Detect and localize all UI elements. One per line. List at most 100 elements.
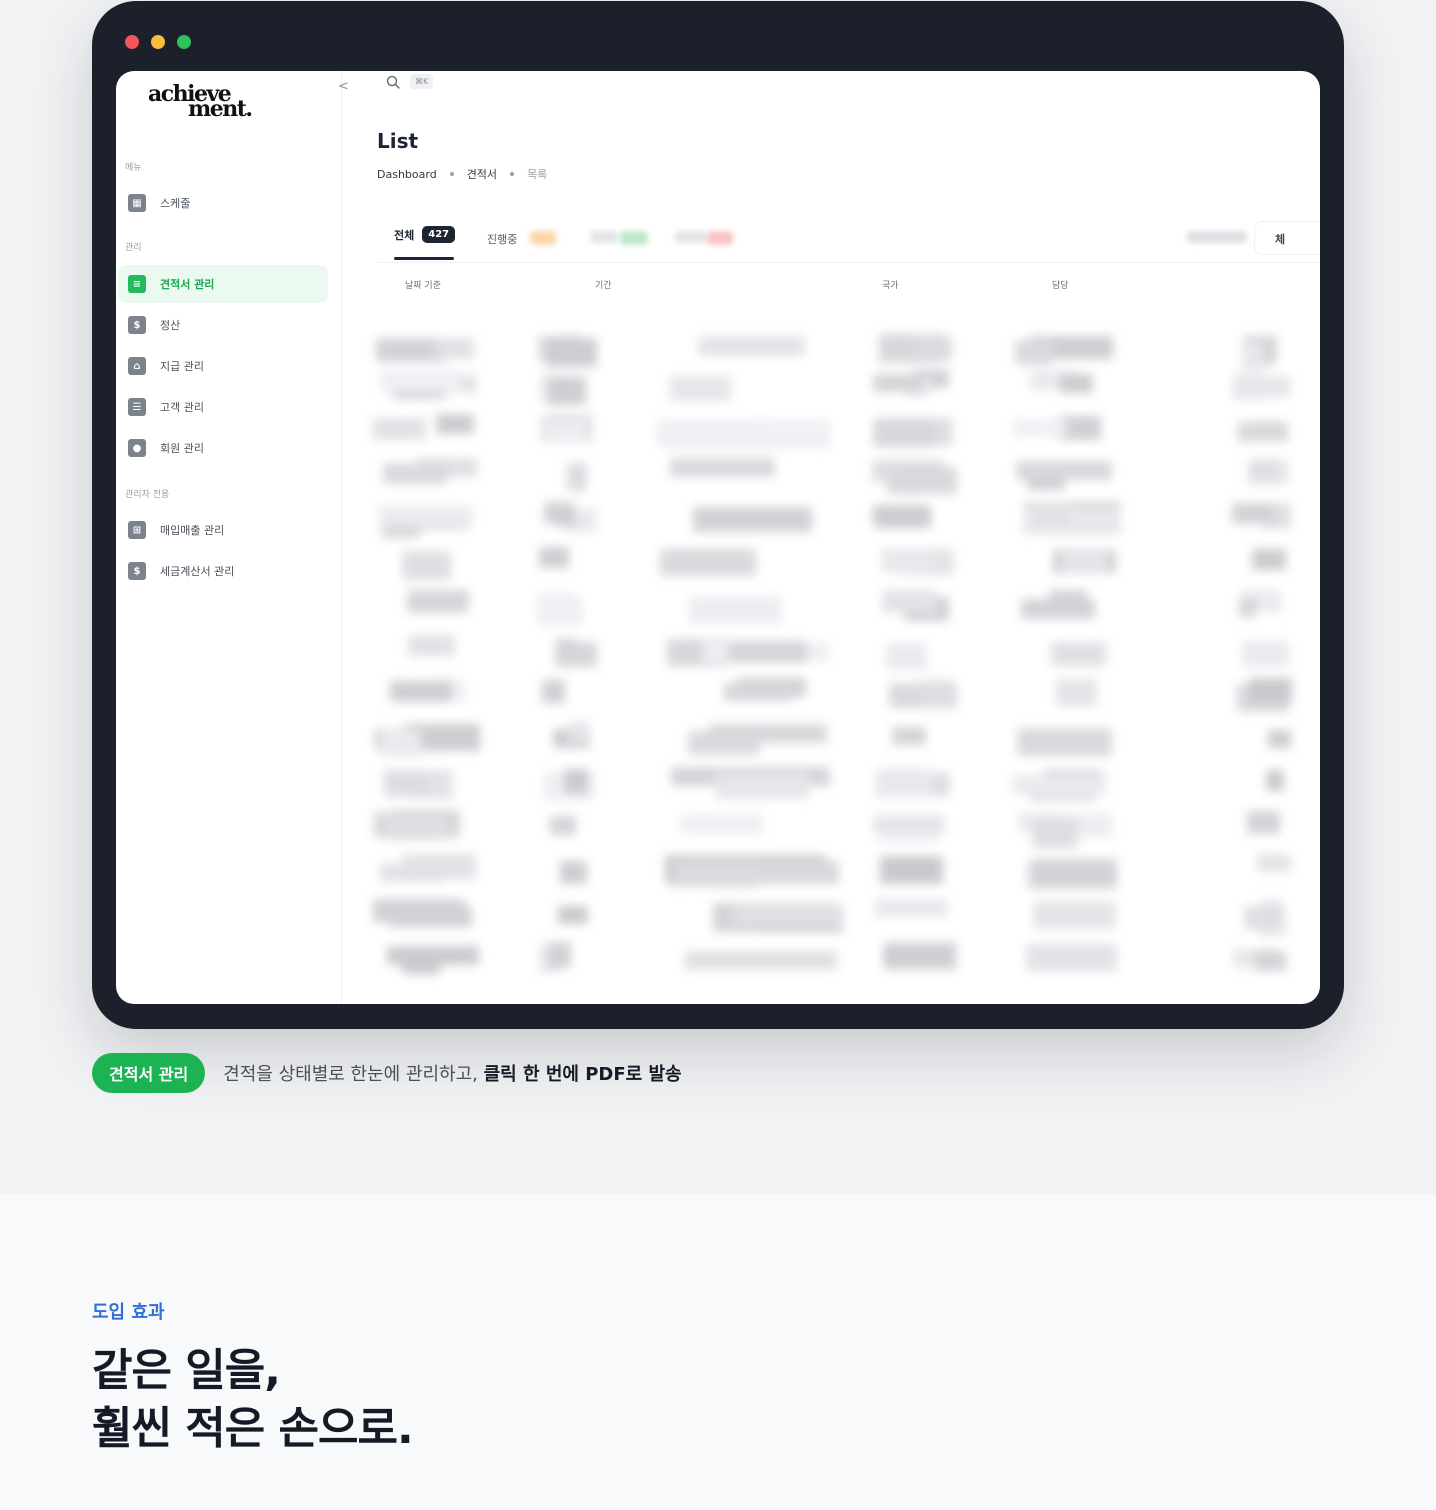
blurred-cell (546, 338, 597, 367)
window-controls (125, 35, 191, 49)
tab-blurred-count-badge (620, 231, 648, 245)
feature-caption: 견적서 관리 견적을 상태별로 한눈에 관리하고, 클릭 한 번에 PDF로 발… (92, 1053, 682, 1093)
blurred-cell (380, 730, 421, 757)
blurred-cell (1035, 502, 1069, 527)
breadcrumb-separator (449, 172, 454, 176)
blurred-cell (1242, 342, 1264, 371)
blurred-cell (373, 899, 465, 923)
blurred-cell (1013, 419, 1066, 437)
column-header-date[interactable]: 날짜 기준 (405, 278, 441, 291)
blurred-cell (556, 506, 575, 527)
sidebar-item-customers[interactable]: ☰ 고객 관리 (118, 388, 328, 426)
customers-icon: ☰ (128, 398, 146, 416)
blurred-cell (1239, 599, 1257, 617)
sidebar-item-members[interactable]: ● 회원 관리 (118, 429, 328, 467)
sidebar-item-label: 지급 관리 (160, 360, 204, 373)
page-title: List (377, 129, 419, 153)
section-label-menu: 메뉴 (125, 163, 142, 173)
blurred-cell (402, 551, 451, 580)
sidebar-item-quotes[interactable]: ≡ 견적서 관리 (118, 265, 328, 303)
blurred-cell (915, 336, 952, 361)
breadcrumb-dashboard[interactable]: Dashboard (377, 168, 437, 181)
close-dot-icon (125, 35, 139, 49)
feature-description-plain: 견적을 상태별로 한눈에 관리하고, (223, 1064, 484, 1085)
blurred-cell (1249, 678, 1292, 703)
blurred-cell (670, 376, 731, 401)
feature-description: 견적을 상태별로 한눈에 관리하고, 클릭 한 번에 PDF로 발송 (223, 1060, 681, 1086)
blurred-cell (568, 722, 590, 742)
sidebar-item-schedule[interactable]: ▦ 스케줄 (118, 184, 328, 222)
blurred-cell (1021, 599, 1095, 619)
blurred-cell (546, 420, 587, 443)
sidebar-item-purchase-sales[interactable]: ⊞ 매입매출 관리 (118, 511, 328, 549)
tab-all-count-badge: 427 (422, 226, 456, 243)
breadcrumb-separator (510, 172, 515, 176)
blurred-cell (675, 862, 760, 887)
calendar-icon: ▦ (128, 194, 146, 212)
blurred-cell (921, 680, 953, 703)
blurred-cell (567, 463, 587, 491)
blurred-cell (880, 856, 943, 884)
blurred-cell (875, 899, 948, 917)
blurred-cell (873, 816, 945, 834)
blurred-cell (560, 861, 587, 884)
blurred-cell (1232, 503, 1275, 524)
sidebar-item-label: 세금계산서 관리 (160, 565, 235, 578)
blurred-cell (1264, 596, 1282, 614)
blurred-cell (539, 547, 569, 568)
active-tab-indicator (394, 257, 454, 260)
tab-all[interactable]: 전체 427 (394, 226, 456, 243)
blurred-cell (887, 467, 957, 494)
blurred-cell (408, 635, 455, 656)
search-icon[interactable] (386, 75, 400, 89)
tab-blurred-label[interactable] (675, 231, 707, 243)
blurred-cell (1056, 679, 1097, 706)
breadcrumb-quotes[interactable]: 견적서 (467, 166, 497, 182)
section-kicker: 도입 효과 (92, 1302, 165, 1323)
blurred-cell (873, 374, 923, 392)
blurred-cell (680, 814, 763, 834)
blurred-cell (724, 683, 793, 701)
column-header-manager[interactable]: 담당 (1052, 278, 1069, 291)
column-header-period[interactable]: 기간 (595, 278, 612, 291)
blurred-cell (693, 507, 812, 532)
blurred-cell (373, 418, 426, 440)
brand-logo[interactable]: achieve ment. (148, 83, 253, 120)
blurred-cell (1260, 376, 1290, 397)
filter-select[interactable]: 체 (1254, 221, 1320, 255)
blurred-cell (1060, 374, 1093, 393)
headline-line-1: 같은 일을, (92, 1345, 281, 1396)
cart-icon: ⊞ (128, 521, 146, 539)
sidebar-item-tax-invoice[interactable]: $ 세금계산서 관리 (118, 552, 328, 590)
blurred-cell (1031, 859, 1117, 888)
sidebar-item-label: 견적서 관리 (160, 278, 215, 291)
column-header-country[interactable]: 국가 (882, 278, 899, 291)
blurred-cell (1033, 901, 1116, 929)
tab-blurred-filter[interactable] (1187, 231, 1247, 243)
blurred-cell (1017, 728, 1112, 756)
tab-blurred-label[interactable] (590, 231, 618, 243)
feature-badge: 견적서 관리 (92, 1053, 206, 1093)
blurred-cell (1257, 854, 1291, 872)
blurred-cell (387, 946, 479, 965)
blurred-cell (886, 643, 927, 670)
blurred-cell (733, 906, 841, 924)
blurred-cell (538, 597, 583, 626)
blurred-cell (555, 642, 597, 667)
blurred-cell (1249, 459, 1279, 481)
section-headline: 같은 일을, 훨씬 적은 손으로. (92, 1342, 414, 1458)
sidebar-item-settlement[interactable]: $ 정산 (118, 306, 328, 344)
blurred-cell (892, 727, 926, 745)
blurred-cell (383, 816, 448, 840)
breadcrumb-current: 목록 (527, 168, 548, 181)
blurred-cell (728, 641, 807, 663)
blurred-cell (716, 773, 809, 799)
blurred-cell (550, 816, 576, 835)
sidebar-item-payments[interactable]: ⌂ 지급 관리 (118, 347, 328, 385)
blurred-cell (384, 770, 428, 797)
blurred-cell (379, 506, 473, 525)
tab-in-progress[interactable]: 진행중 (487, 231, 517, 247)
status-tabs: 전체 427 진행중 체 (377, 217, 1320, 263)
blurred-cell (383, 463, 447, 484)
blurred-cell (547, 377, 586, 405)
